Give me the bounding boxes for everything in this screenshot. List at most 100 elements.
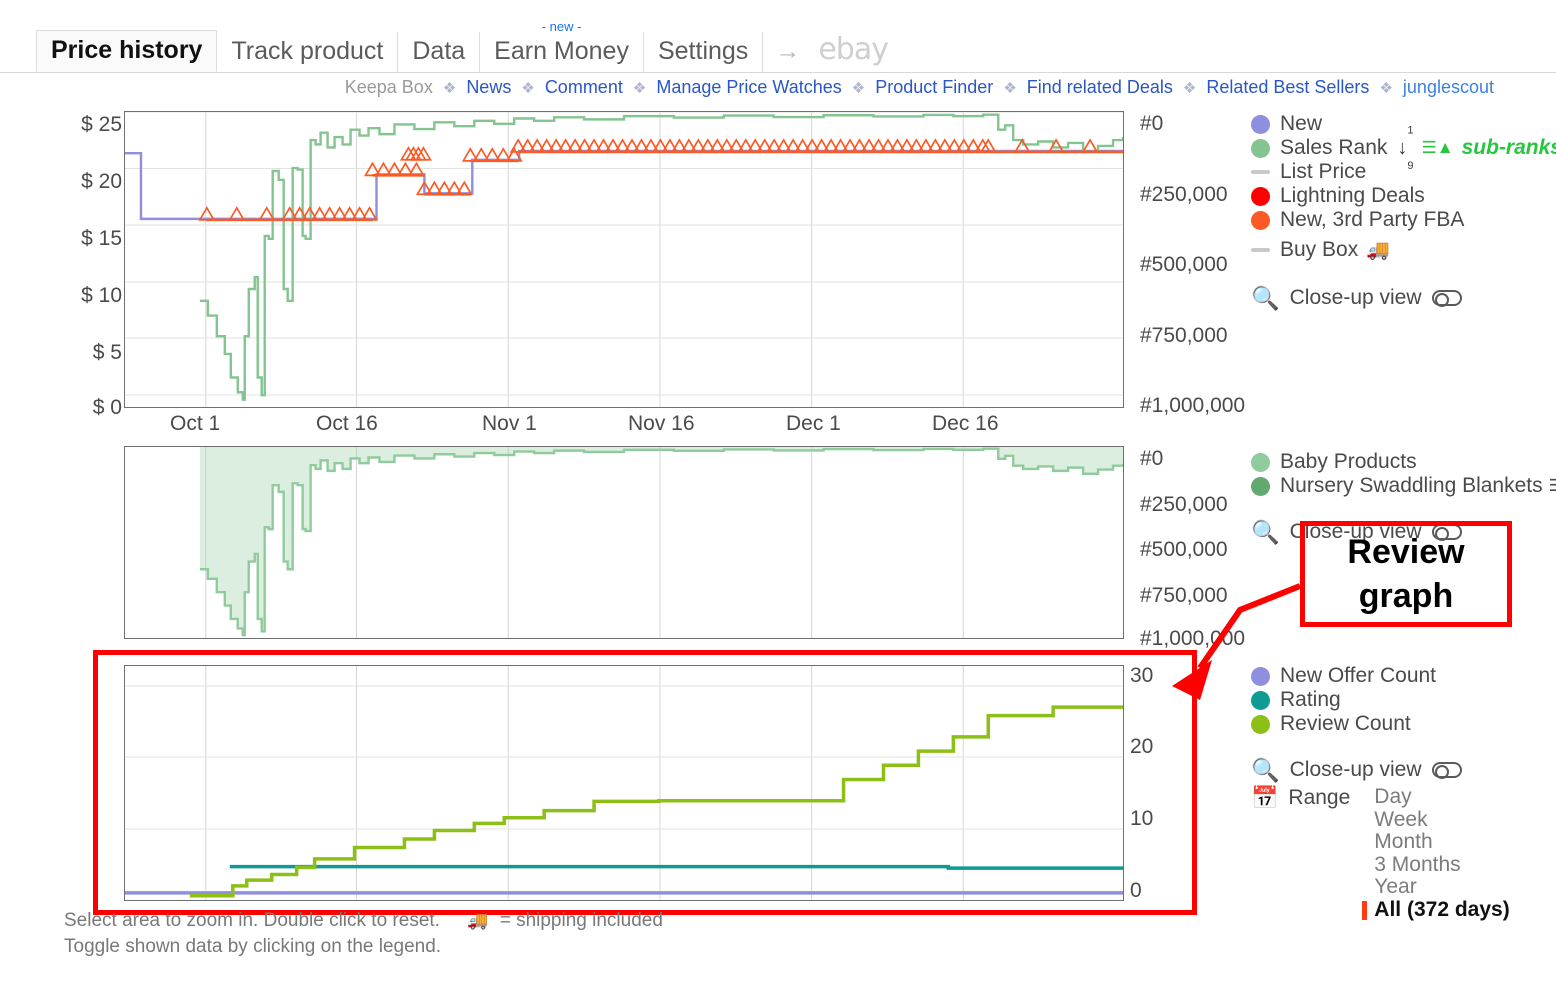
shipping-truck-icon: 🚚 [1366, 240, 1390, 261]
secondary-nav: Keepa Box ❖ News ❖ Comment ❖ Manage Pric… [345, 76, 1494, 100]
review-graph-legend: New Offer Count Rating Review Count 🔍 Cl… [1251, 664, 1510, 921]
legend-item-lightning-deals[interactable]: Lightning Deals [1251, 184, 1556, 208]
annotation-line-1: Review [1347, 533, 1465, 571]
search-icon: 🔍 [1251, 519, 1280, 546]
y-axis-right-tick: #250,000 [1140, 183, 1228, 206]
legend-color-dot [1251, 476, 1270, 496]
legend-item-rating[interactable]: Rating [1251, 688, 1510, 712]
shipping-truck-icon: 🚚 [467, 911, 489, 930]
legend-label: New Offer Count [1280, 664, 1437, 687]
tab-settings[interactable]: Settings [644, 32, 764, 72]
close-up-view-toggle[interactable] [1431, 290, 1462, 307]
legend-label: Sales Rank [1280, 136, 1388, 159]
y-axis-left-tick: $ 20 [81, 170, 122, 193]
range-selector: 📅 Range Day Week Month 3 Months Year All… [1251, 785, 1510, 922]
y-axis-right-tick: #500,000 [1140, 538, 1228, 561]
tab-earn-money[interactable]: - new - Earn Money [480, 19, 644, 72]
search-icon: 🔍 [1251, 285, 1280, 312]
legend-label: New, 3rd Party FBA [1280, 208, 1465, 231]
legend-color-dot [1251, 452, 1270, 472]
legend-item-new-offer-count[interactable]: New Offer Count [1251, 664, 1510, 688]
chart-help-text: Select area to zoom in. Double click to … [64, 908, 663, 960]
legend-color-dot [1251, 714, 1270, 734]
price-history-plot[interactable] [124, 111, 1124, 408]
y-axis-right-tick: #500,000 [1140, 253, 1228, 276]
rank-numerator: 1 [1407, 124, 1414, 137]
legend-label: Rating [1280, 688, 1341, 711]
new-badge: - new - [541, 19, 582, 34]
subnav-separator: ❖ [1182, 80, 1197, 97]
range-option-all[interactable]: All (372 days) [1362, 898, 1510, 922]
arrow-glyph: → [775, 37, 801, 65]
close-up-view-label: Close-up view [1289, 758, 1422, 781]
subnav-separator: ❖ [851, 80, 866, 97]
y-axis-right-tick: #250,000 [1140, 493, 1228, 516]
y-axis-left-tick: $ 5 [92, 341, 122, 364]
x-axis-tick: Dec 16 [932, 412, 999, 435]
sales-rank-subranks-plot[interactable] [124, 446, 1124, 639]
legend-item-new-3rd-party-fba[interactable]: New, 3rd Party FBA [1251, 208, 1556, 232]
sub-ranks-tree-icon[interactable]: ☰▲ [1549, 476, 1556, 496]
legend-label: List Price [1280, 160, 1367, 183]
close-up-view-toggle-row-1[interactable]: 🔍 Close-up view [1251, 285, 1556, 312]
arrow-right-icon: → [763, 32, 810, 72]
legend-color-dot [1251, 210, 1270, 230]
subnav-item-related-best-sellers[interactable]: Related Best Sellers [1206, 77, 1369, 97]
y-axis-left-tick: $ 0 [92, 396, 122, 419]
y-axis-right-tick: #750,000 [1140, 324, 1228, 347]
legend-color-dash [1251, 248, 1270, 252]
x-axis-tick: Oct 16 [316, 412, 378, 435]
subnav-item-find-related-deals[interactable]: Find related Deals [1027, 77, 1173, 97]
sub-ranks-link[interactable]: sub-ranks [1462, 136, 1556, 160]
x-axis-tick: Nov 16 [628, 412, 695, 435]
footer-zoom-hint: Select area to zoom in. Double click to … [64, 910, 440, 931]
legend-label: Nursery Swaddling Blankets [1280, 474, 1543, 497]
footer-line-1: Select area to zoom in. Double click to … [64, 908, 663, 934]
legend-label: New [1280, 112, 1323, 135]
subnav-item-junglescout[interactable]: junglescout [1403, 77, 1494, 97]
subnav-separator: ❖ [442, 80, 457, 97]
review-graph-highlight-rect [93, 650, 1197, 915]
legend-label: Buy Box [1280, 238, 1359, 261]
subnav-item-news[interactable]: News [466, 77, 511, 97]
close-up-view-toggle-row-3[interactable]: 🔍 Close-up view [1251, 757, 1510, 784]
legend-color-dash [1251, 170, 1270, 174]
range-option-year[interactable]: Year [1374, 875, 1509, 899]
tab-data[interactable]: Data [398, 32, 481, 72]
range-option-day[interactable]: Day [1374, 785, 1509, 809]
down-arrow-glyph: ↓ [1397, 136, 1408, 159]
price-history-legend: New Sales Rank ↓ 1 9 ☰▲ sub-ranks List Pri… [1251, 112, 1556, 312]
range-option-week[interactable]: Week [1374, 808, 1509, 832]
tab-track-product[interactable]: Track product [217, 32, 399, 72]
x-axis-tick: Dec 1 [786, 412, 841, 435]
tab-bar: Price history Track product Data - new -… [0, 0, 1556, 74]
y-axis-left-tick: $ 15 [81, 227, 122, 250]
search-icon: 🔍 [1251, 757, 1280, 784]
review-graph-annotation-box: Review graph [1300, 521, 1512, 627]
sub-ranks-tree-icon[interactable]: ☰▲ [1422, 138, 1454, 158]
legend-item-baby-products[interactable]: Baby Products [1251, 450, 1556, 474]
legend-item-buy-box[interactable]: Buy Box 🚚 [1251, 238, 1556, 262]
legend-color-dot [1251, 114, 1270, 134]
legend-label: Review Count [1280, 712, 1411, 735]
subnav-item-keepa-box[interactable]: Keepa Box [345, 77, 433, 97]
tab-ebay[interactable]: ebay [810, 31, 898, 72]
close-up-view-toggle[interactable] [1431, 762, 1462, 779]
subnav-item-manage-price-watches[interactable]: Manage Price Watches [656, 77, 841, 97]
tab-label: Price history [51, 36, 203, 64]
legend-label: Lightning Deals [1280, 184, 1425, 207]
tab-label: Settings [657, 37, 749, 65]
legend-item-sales-rank[interactable]: Sales Rank ↓ 1 9 ☰▲ sub-ranks [1251, 125, 1556, 172]
legend-item-nursery-swaddling-blankets[interactable]: Nursery Swaddling Blankets ☰▲ [1251, 474, 1556, 498]
legend-item-review-count[interactable]: Review Count [1251, 712, 1510, 736]
y-axis-left-tick: $ 10 [81, 284, 122, 307]
tab-price-history[interactable]: Price history [36, 30, 218, 72]
annotation-line-2: graph [1358, 577, 1454, 615]
subnav-item-product-finder[interactable]: Product Finder [875, 77, 993, 97]
rank-denominator: 9 [1407, 160, 1414, 172]
subnav-item-comment[interactable]: Comment [545, 77, 623, 97]
ebay-logo: ebay [818, 32, 889, 67]
range-option-3-months[interactable]: 3 Months [1374, 853, 1509, 877]
y-axis-right-tick: #1,000,000 [1140, 394, 1246, 417]
range-option-month[interactable]: Month [1374, 830, 1509, 854]
